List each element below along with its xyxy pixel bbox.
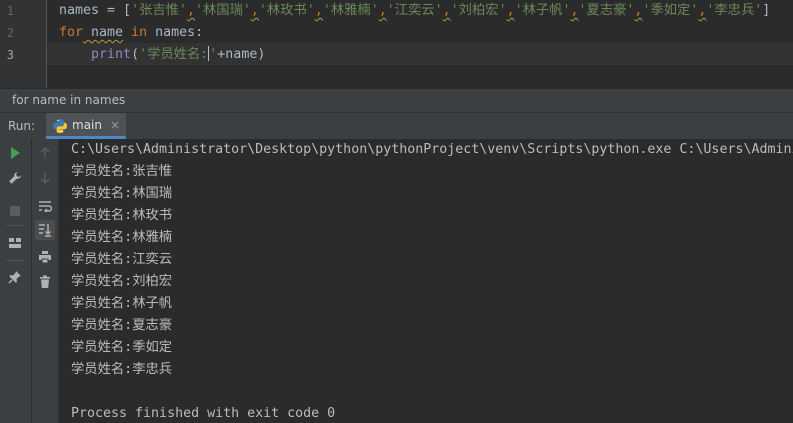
- string-literal: '江奕云': [386, 3, 443, 18]
- string-literal: '季如定': [642, 3, 699, 18]
- console-line: 学员姓名:刘柏宏: [71, 274, 173, 289]
- string-literal: '张吉惟': [131, 3, 187, 18]
- layout-button[interactable]: [5, 233, 25, 253]
- run-tab-main[interactable]: main ×: [46, 113, 126, 139]
- comma: ,: [186, 3, 195, 18]
- line-number: 2: [6, 26, 14, 40]
- run-toolbar-left: [0, 139, 32, 423]
- breadcrumb[interactable]: for name in names: [0, 88, 793, 112]
- soft-wrap-icon: [39, 201, 52, 212]
- up-arrow-icon: [40, 147, 50, 158]
- comma: ,: [570, 3, 579, 18]
- console-line: 学员姓名:林玫书: [71, 208, 173, 223]
- comma: ,: [442, 3, 451, 18]
- breadcrumb-item[interactable]: for name in names: [12, 89, 125, 111]
- string-literal: '夏志豪': [578, 3, 635, 18]
- comma: ,: [506, 3, 515, 18]
- run-toolbar-right: [32, 139, 59, 423]
- console-line: 学员姓名:江奕云: [71, 252, 173, 267]
- toolbar-divider: [6, 225, 24, 226]
- layout-icon: [9, 238, 21, 248]
- keyword-for: for: [59, 25, 84, 40]
- comma: ,: [378, 3, 387, 18]
- code-text: +name): [217, 47, 266, 62]
- console-line: 学员姓名:季如定: [71, 340, 173, 355]
- string-literal: '林雅楠': [322, 3, 379, 18]
- down-arrow-icon: [40, 173, 50, 184]
- print-icon: [39, 251, 51, 264]
- next-occurrence-button[interactable]: [35, 168, 55, 188]
- run-label: Run:: [8, 119, 36, 133]
- loop-variable: name: [83, 25, 124, 40]
- previous-occurrence-button[interactable]: [35, 143, 55, 163]
- code-line-1[interactable]: names = ['张吉惟','林国瑞','林玫书','林雅楠','江奕云','…: [59, 0, 770, 22]
- print-button[interactable]: [35, 247, 55, 267]
- string-literal: '林玫书': [258, 3, 315, 18]
- run-tab-label: main: [72, 118, 102, 132]
- string-literal: '林子帆': [514, 3, 571, 18]
- comma: ,: [250, 3, 259, 18]
- builtin-print: print: [91, 47, 132, 62]
- clear-all-button[interactable]: [35, 272, 55, 292]
- line-number: 3: [6, 48, 14, 62]
- run-panel-header: Run: main ×: [0, 112, 793, 140]
- toolbar-divider: [6, 260, 24, 261]
- trash-icon: [40, 275, 50, 288]
- string-literal: '李忠兵': [706, 3, 763, 18]
- console-output[interactable]: C:\Users\Administrator\Desktop\python\py…: [59, 139, 793, 423]
- code-text: ]: [762, 3, 771, 18]
- code-text: (: [131, 47, 140, 62]
- line-number: 1: [6, 4, 14, 18]
- string-literal: '学员姓名:: [139, 47, 209, 62]
- console-line: 学员姓名:林子帆: [71, 296, 173, 311]
- string-literal: '林国瑞': [194, 3, 251, 18]
- console-line: 学员姓名:夏志豪: [71, 318, 173, 333]
- settings-button[interactable]: [5, 168, 25, 188]
- console-command-line: C:\Users\Administrator\Desktop\python\py…: [71, 142, 793, 157]
- scroll-to-end-icon: [39, 224, 52, 237]
- pin-icon: [8, 271, 21, 284]
- stop-icon: [10, 206, 20, 216]
- code-text: names:: [147, 25, 204, 40]
- code-line-2[interactable]: for name in names:: [59, 22, 203, 44]
- python-icon: [53, 119, 67, 133]
- close-tab-icon[interactable]: ×: [110, 113, 120, 137]
- console-line: 学员姓名:林雅楠: [71, 230, 173, 245]
- line-number-gutter: 1 2 3: [0, 0, 46, 88]
- code-text: names = [: [59, 3, 132, 18]
- keyword-in: in: [123, 25, 148, 40]
- console-line: 学员姓名:李忠兵: [71, 362, 173, 377]
- code-line-3[interactable]: print('学员姓名:'+name): [59, 44, 265, 66]
- stop-button[interactable]: [5, 201, 25, 221]
- comma: ,: [314, 3, 323, 18]
- console-line: 学员姓名:张吉惟: [71, 164, 173, 179]
- process-exit-message: Process finished with exit code 0: [71, 406, 336, 421]
- run-icon: [11, 147, 20, 159]
- console-line: 学员姓名:林国瑞: [71, 186, 173, 201]
- string-literal: '刘柏宏': [450, 3, 507, 18]
- scroll-to-end-button[interactable]: [35, 220, 55, 240]
- wrench-icon: [9, 172, 21, 184]
- pin-tab-button[interactable]: [5, 267, 25, 287]
- code-editor[interactable]: 1 2 3 names = ['张吉惟','林国瑞','林玫书','林雅楠','…: [0, 0, 793, 88]
- soft-wrap-button[interactable]: [35, 196, 55, 216]
- rerun-button[interactable]: [5, 143, 25, 163]
